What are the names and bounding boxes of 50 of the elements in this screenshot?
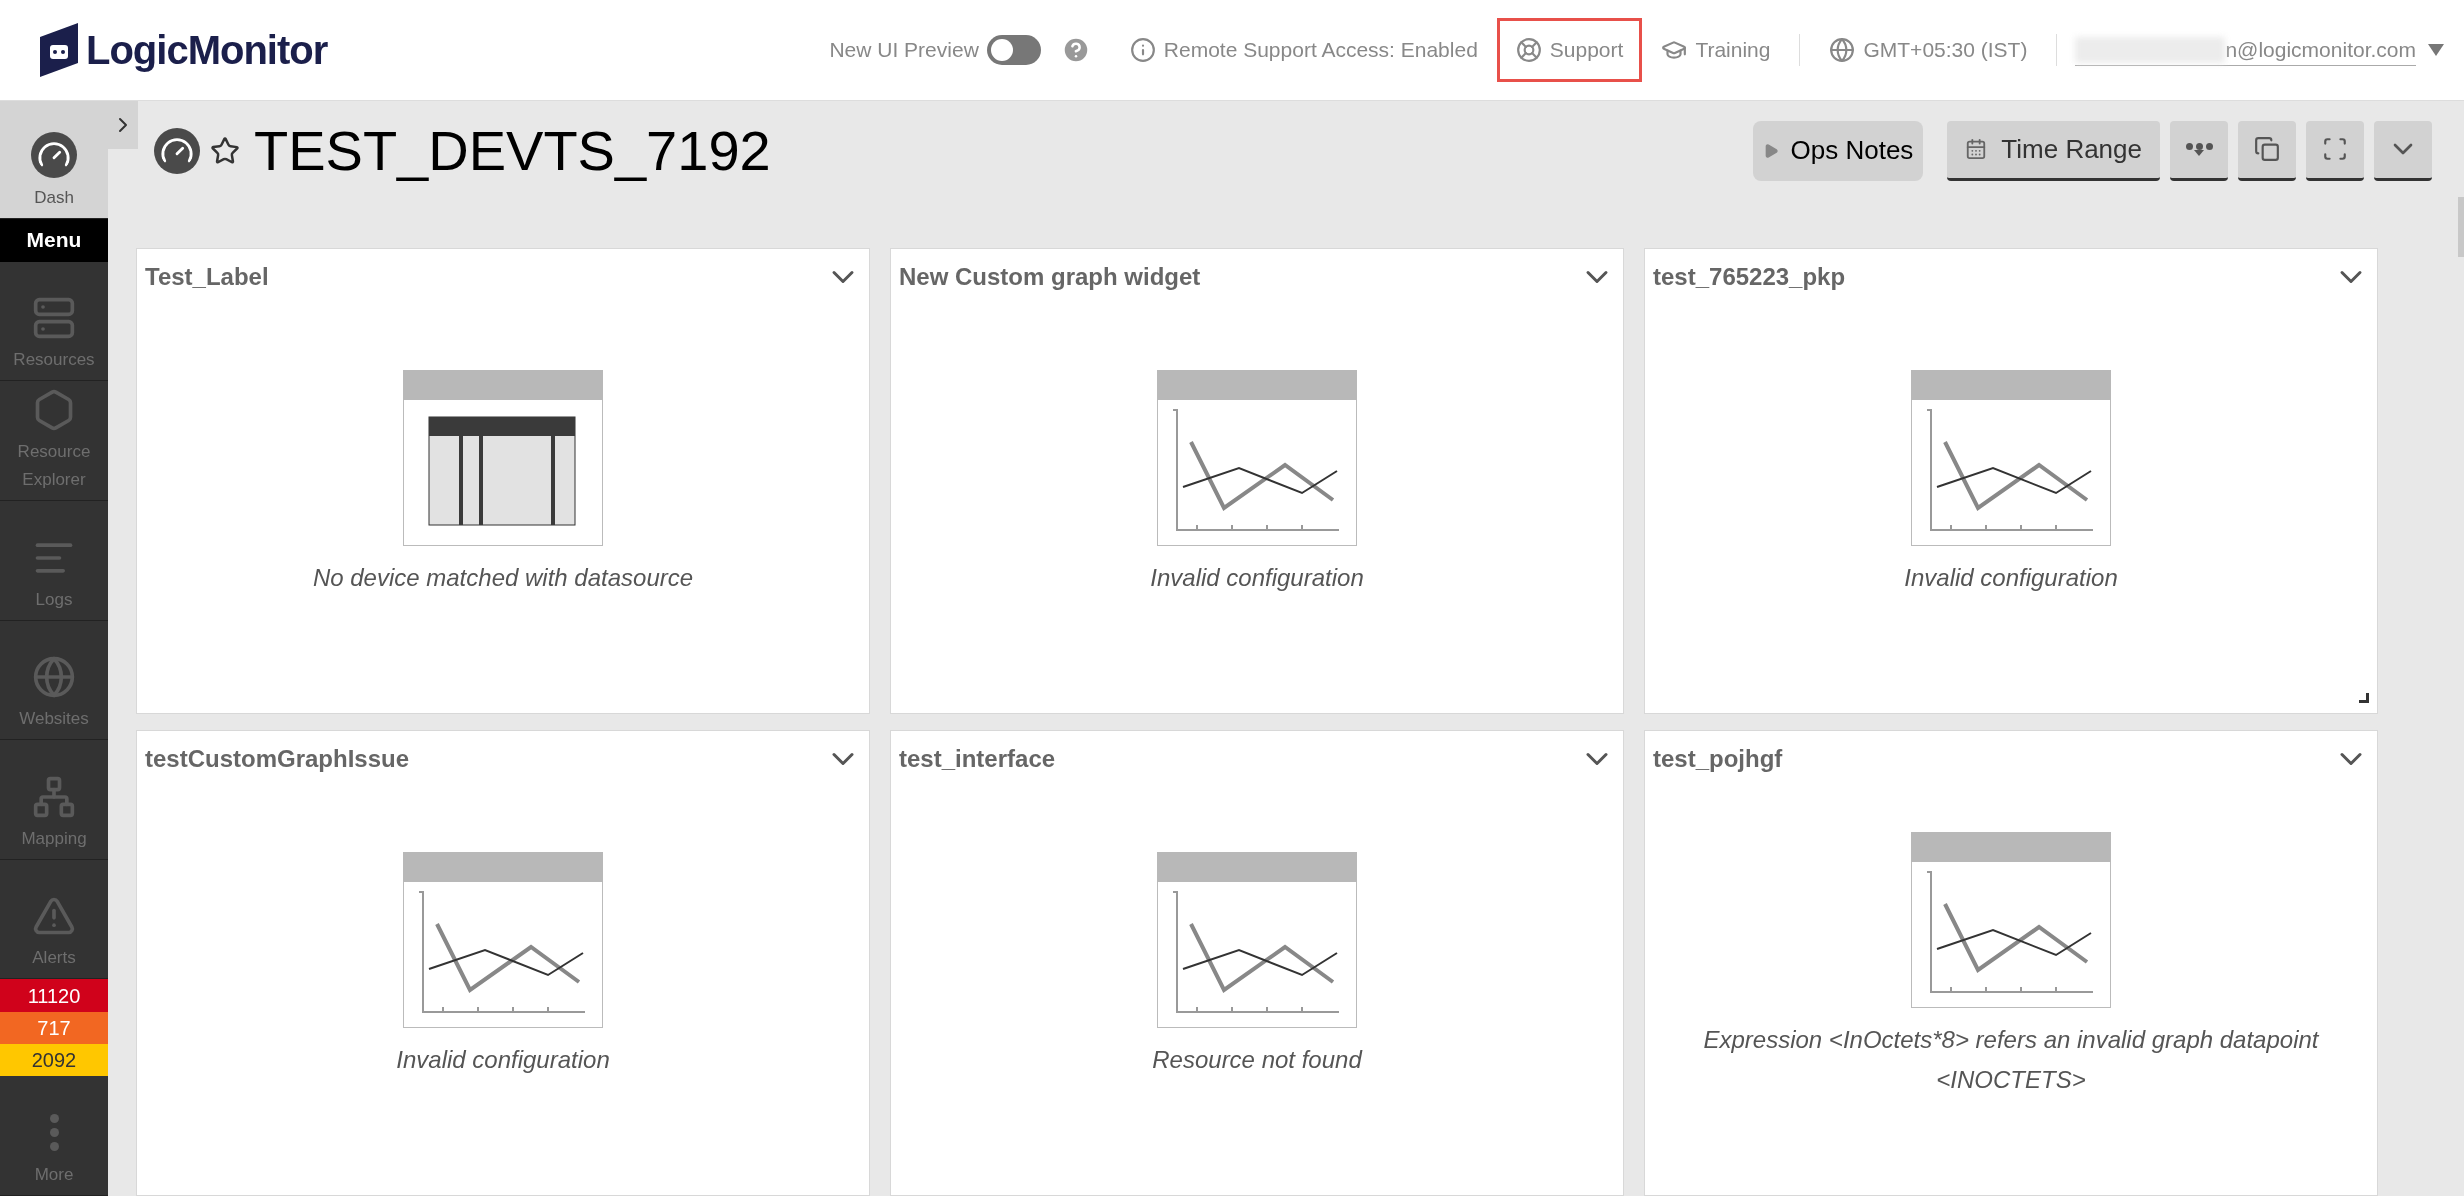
account-email[interactable]: n@logicmonitor.com [2225,33,2416,66]
widget-title: test_interface [899,744,1056,774]
widget-title: test_765223_pkp [1653,262,1846,292]
alert-count[interactable]: 11120 [0,979,108,1012]
widget-title: Test_Label [145,262,269,292]
server-icon [32,296,76,341]
header-link[interactable]: Training [1642,18,1790,82]
toolbar-button[interactable] [2170,120,2228,181]
widget-message: No device matched with datasource [312,563,694,593]
widget-title: test_pojhgf [1653,744,1783,774]
preview-label: New UI Preview [829,37,979,64]
slideshow-icon [2254,136,2280,162]
widget-title: New Custom graph widget [899,262,1201,292]
alert-count[interactable]: 2092 [0,1044,108,1077]
widget-message: Invalid configuration [1904,563,2118,593]
gauge-icon [154,127,200,174]
toolbar-button[interactable] [2306,120,2364,181]
alert-count[interactable]: 717 [0,1011,108,1045]
logo-icon [38,23,80,77]
toolbar-button[interactable] [2374,120,2432,181]
widget-message: Invalid configuration [1150,563,1364,593]
network-icon [32,774,76,819]
calendar-icon [1965,138,1988,160]
globe-icon [32,655,76,700]
sidebar-item[interactable]: Dash [0,101,108,219]
info-icon [1129,37,1156,63]
widget-title: testCustomGraphIssue [145,744,410,774]
header-link[interactable]: GMT+05:30 (IST) [1810,18,2047,82]
ops-notes-button[interactable]: Ops Notes [1752,120,1924,181]
toolbar-button[interactable] [2238,120,2296,181]
widget-message: Invalid configuration [396,1045,610,1075]
fullscreen-icon [2322,136,2348,162]
header-link[interactable]: Remote Support Access: Enabled [1110,18,1497,82]
dots-filter-icon [2185,142,2213,156]
globe-icon [1829,37,1856,63]
lifebuoy-icon [1515,37,1542,63]
time-range-button[interactable]: Time Range [1947,120,2160,181]
logo-text: LogicMonitor [86,27,328,74]
header-link[interactable]: Support [1496,18,1643,82]
gauge-icon [31,131,77,178]
widget-message: Expression <InOctets*8> refers an invalid graph datapoint <INOCTETS> [1702,1025,2320,1095]
caret-icon[interactable] [2428,44,2444,56]
resize-handle-icon[interactable] [2359,693,2369,703]
widget-message: Resource not found [1152,1045,1362,1075]
sidebar-toggle[interactable] [108,101,138,149]
menu-button[interactable]: Menu [0,218,108,262]
preview-toggle[interactable] [986,35,1041,65]
favorite-star-icon[interactable] [210,135,240,166]
scrollbar[interactable] [2458,197,2464,257]
dashboard-title: TEST_DEVTS_7192 [254,117,771,184]
